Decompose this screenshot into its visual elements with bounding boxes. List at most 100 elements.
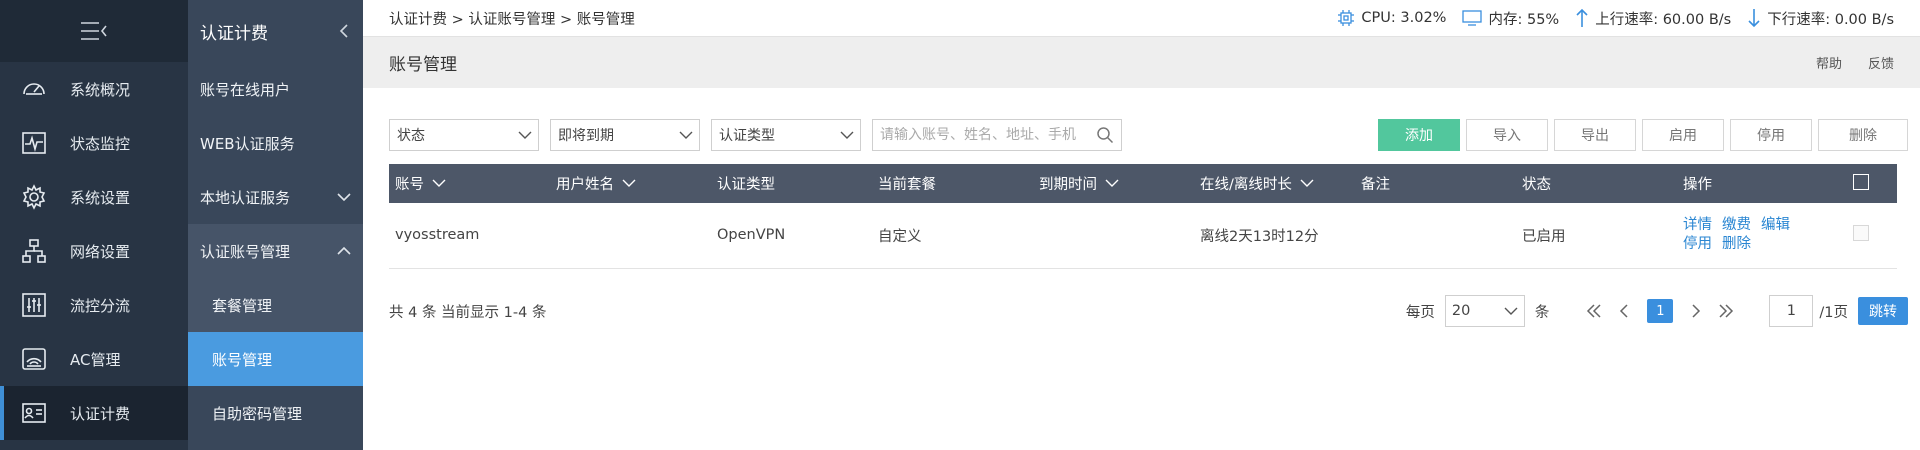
row-checkbox[interactable] xyxy=(1853,225,1869,242)
chevron-down-icon xyxy=(518,131,532,139)
detail-link[interactable]: 详情 xyxy=(1683,217,1712,233)
per-page-unit: 条 xyxy=(1534,304,1550,321)
col-label: 认证类型 xyxy=(717,177,775,193)
pay-link[interactable]: 缴费 xyxy=(1722,217,1751,233)
nav-item-label: 系统设置 xyxy=(70,188,131,207)
search-box xyxy=(872,119,1122,151)
accounts-table: 账号 用户姓名 认证类型 当前套餐 到期时间 在线/离线时长 备注 状态 操作 … xyxy=(389,164,1897,269)
export-button[interactable]: 导出 xyxy=(1554,119,1636,151)
feedback-link[interactable]: 反馈 xyxy=(1868,53,1894,72)
system-stats: CPU: 3.02% 内存: 55% 上行速率: 60.00 B/s 下行速率:… xyxy=(1321,8,1894,29)
monitor-icon xyxy=(1462,10,1483,26)
expire-select[interactable]: 即将到期 xyxy=(550,119,700,151)
breadcrumb: 认证计费 > 认证账号管理 > 账号管理 xyxy=(389,11,635,28)
import-button[interactable]: 导入 xyxy=(1466,119,1548,151)
download-stat: 下行速率: 0.00 B/s xyxy=(1747,8,1894,29)
disable-link[interactable]: 停用 xyxy=(1683,236,1712,252)
col-label: 操作 xyxy=(1683,177,1712,193)
action-buttons: 添加 导入 导出 启用 停用 删除 xyxy=(1372,119,1908,151)
menu-toggle[interactable] xyxy=(0,0,188,62)
sliders-icon xyxy=(18,289,50,321)
cell-select xyxy=(1847,203,1897,269)
sidebar-item-label: 本地认证服务 xyxy=(200,188,291,207)
page-title: 账号管理 xyxy=(389,55,457,75)
sidebar-item-self-password[interactable]: 自助密码管理 xyxy=(188,386,363,440)
select-all-checkbox[interactable] xyxy=(1853,173,1869,190)
delete-button[interactable]: 删除 xyxy=(1818,119,1908,151)
download-value: 下行速率: 0.00 B/s xyxy=(1767,11,1894,28)
chevron-down-icon xyxy=(1300,179,1314,187)
prev-page-icon[interactable] xyxy=(1613,303,1635,319)
chevron-up-icon xyxy=(337,246,351,255)
nav-item-label: 流控分流 xyxy=(70,296,131,315)
network-tree-icon xyxy=(18,235,50,267)
cell-package: 自定义 xyxy=(872,203,1033,269)
sidebar-item-package-mgmt[interactable]: 套餐管理 xyxy=(188,278,363,332)
add-button[interactable]: 添加 xyxy=(1378,119,1460,151)
chevron-down-icon xyxy=(679,131,693,139)
chevron-down-icon xyxy=(337,193,351,202)
cell-status: 已启用 xyxy=(1516,203,1677,269)
auth-type-select-value: 认证类型 xyxy=(719,128,775,144)
sidebar-item-online-users[interactable]: 账号在线用户 xyxy=(188,62,363,116)
col-account[interactable]: 账号 xyxy=(389,164,550,203)
search-icon[interactable] xyxy=(1096,126,1114,144)
status-select-value: 状态 xyxy=(397,128,425,144)
table-footer: 共 4 条 当前显示 1-4 条 每页 20 条 1 1 /1页 跳转 xyxy=(389,295,1908,327)
app-root: 系统概况 状态监控 系统设置 网络设置 流控分流 AC管理 认证计费 认证计费 … xyxy=(0,0,1920,450)
nav-item-network[interactable]: 网络设置 xyxy=(0,224,188,278)
upload-stat: 上行速率: 60.00 B/s xyxy=(1575,8,1731,29)
chevron-left-icon[interactable] xyxy=(339,23,349,39)
next-page-icon[interactable] xyxy=(1685,303,1707,319)
chevron-down-icon xyxy=(1504,307,1518,315)
nav-item-label: 认证计费 xyxy=(70,404,131,423)
nav-item-flow-control[interactable]: 流控分流 xyxy=(0,278,188,332)
nav-item-monitor[interactable]: 状态监控 xyxy=(0,116,188,170)
col-expire[interactable]: 到期时间 xyxy=(1033,164,1194,203)
nav-item-overview[interactable]: 系统概况 xyxy=(0,62,188,116)
col-username[interactable]: 用户姓名 xyxy=(550,164,711,203)
sidebar-item-account-mgmt[interactable]: 账号管理 xyxy=(188,332,363,386)
col-label: 用户姓名 xyxy=(556,177,614,193)
memory-value: 内存: 55% xyxy=(1488,11,1560,28)
table-header-row: 账号 用户姓名 认证类型 当前套餐 到期时间 在线/离线时长 备注 状态 操作 xyxy=(389,164,1897,203)
record-summary: 共 4 条 当前显示 1-4 条 xyxy=(389,304,547,321)
enable-button[interactable]: 启用 xyxy=(1642,119,1724,151)
help-link[interactable]: 帮助 xyxy=(1816,53,1842,72)
upload-value: 上行速率: 60.00 B/s xyxy=(1595,11,1732,28)
sidebar-item-local-auth[interactable]: 本地认证服务 xyxy=(188,170,363,224)
search-input[interactable] xyxy=(880,127,1090,143)
go-button[interactable]: 跳转 xyxy=(1858,297,1908,325)
nav-item-ac[interactable]: AC管理 xyxy=(0,332,188,386)
status-select[interactable]: 状态 xyxy=(389,119,539,151)
col-status: 状态 xyxy=(1516,164,1677,203)
nav-item-system-settings[interactable]: 系统设置 xyxy=(0,170,188,224)
col-label: 状态 xyxy=(1522,177,1551,193)
nav-item-label: 系统概况 xyxy=(70,80,131,99)
menu-collapse-icon xyxy=(81,22,107,40)
col-duration[interactable]: 在线/离线时长 xyxy=(1194,164,1355,203)
delete-link[interactable]: 删除 xyxy=(1722,236,1751,252)
first-page-icon[interactable] xyxy=(1583,303,1605,319)
table-row: vyosstream OpenVPN 自定义 离线2天13时12分 已启用 详情… xyxy=(389,203,1897,269)
last-page-icon[interactable] xyxy=(1715,303,1737,319)
sidebar-item-label: 账号在线用户 xyxy=(200,80,291,99)
auth-type-select[interactable]: 认证类型 xyxy=(711,119,861,151)
sidebar-item-web-auth[interactable]: WEB认证服务 xyxy=(188,116,363,170)
nav-item-label: 状态监控 xyxy=(70,134,131,153)
page-header: 账号管理 帮助 反馈 xyxy=(363,36,1920,88)
current-page[interactable]: 1 xyxy=(1647,299,1674,323)
page-input[interactable]: 1 xyxy=(1769,295,1814,327)
col-label: 到期时间 xyxy=(1039,177,1097,193)
edit-link[interactable]: 编辑 xyxy=(1761,217,1790,233)
per-page-value: 20 xyxy=(1451,303,1471,319)
col-label: 账号 xyxy=(395,177,424,193)
per-page-select[interactable]: 20 xyxy=(1444,295,1525,327)
sidebar-item-auth-account-mgmt[interactable]: 认证账号管理 xyxy=(188,224,363,278)
nav-item-auth-billing[interactable]: 认证计费 xyxy=(0,386,188,440)
per-page-label: 每页 xyxy=(1405,304,1435,321)
chevron-down-icon xyxy=(432,179,446,187)
disable-button[interactable]: 停用 xyxy=(1730,119,1812,151)
pulse-monitor-icon xyxy=(18,127,50,159)
col-ops: 操作 xyxy=(1677,164,1847,203)
